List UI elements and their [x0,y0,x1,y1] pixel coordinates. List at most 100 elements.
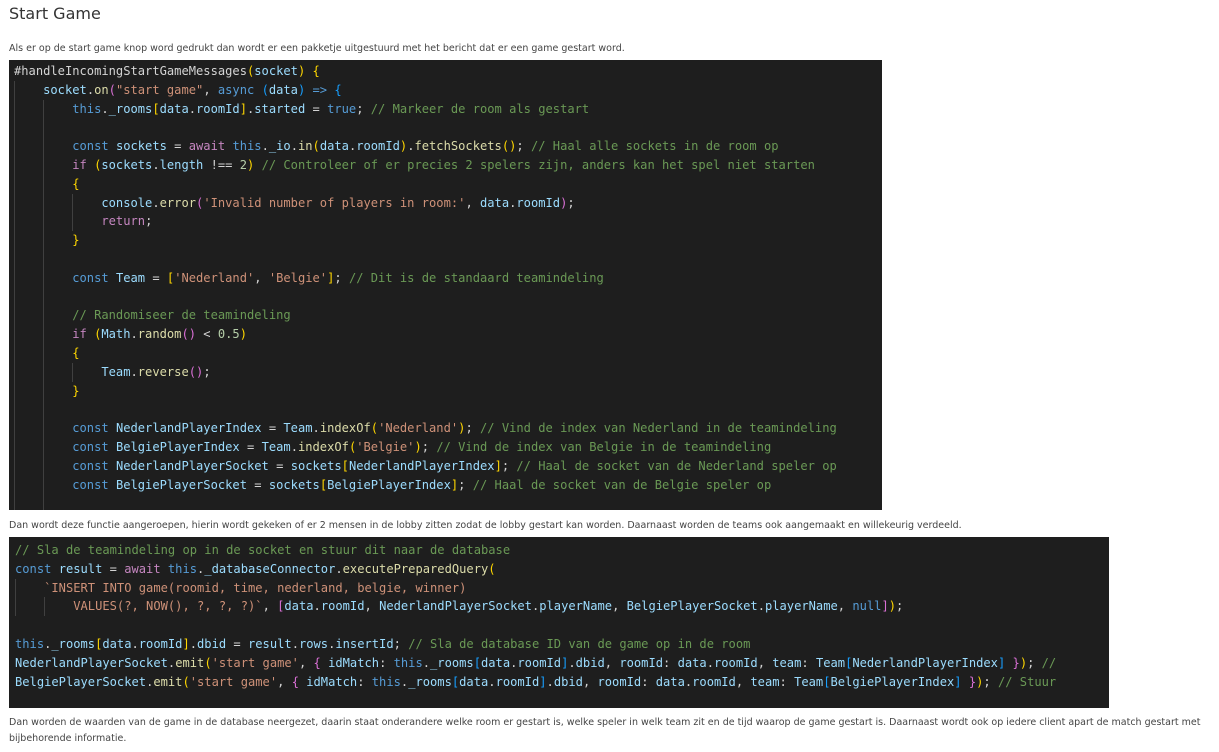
code-token: playerName [539,599,613,614]
code-token: } [72,233,80,248]
code-token: if [72,157,87,172]
code-line: } [14,231,882,250]
code-line: // Randomiseer de teamindeling [14,306,882,326]
code-token: roomId [320,599,365,614]
code-token: data [655,674,685,689]
code-token: . [568,655,576,670]
code-token: _databaseConnector [204,561,336,576]
code-line: socket.on("start game", async (data) => … [14,80,882,100]
code-token: 'Belgie' [356,439,415,454]
code-token: 'Nederland' [174,270,255,285]
code-token: length [159,157,204,172]
code-token: // Sla de database ID van de game op in … [408,636,751,651]
code-token: // Haal de socket van de Belgie speler o… [472,477,772,492]
code-token: , [298,655,314,670]
code-token: on [94,82,109,97]
code-token: error [159,195,197,210]
code-token: : [779,674,795,689]
code-token: this [393,655,423,670]
code-line: this._rooms[data.roomId].started = true;… [14,99,882,119]
code-token: idMatch [328,655,380,670]
code-token: . [291,636,299,651]
code-token: ( [261,82,269,97]
code-token: . [130,364,138,379]
code-token: . [152,157,160,172]
code-token: { [72,345,80,360]
code-token: NederlandPlayerSocket [15,655,168,670]
code-token: return [101,214,146,229]
code-line: if (sockets.length !== 2) // Controleer … [14,155,882,175]
code-token: indexOf [319,421,371,436]
code-token: ] [239,101,247,116]
code-token: Team [101,364,131,379]
code-token: VALUES(?, NOW(), ?, ?, ?)` [15,599,263,614]
code-token: _io [268,139,291,154]
code-token: = [145,270,167,285]
code-token: sockets [101,157,153,172]
code-token: ; [501,458,517,473]
code-line: const NederlandPlayerSocket = sockets[Ne… [14,456,882,476]
code-token: = [166,139,189,154]
code-token: // Vind de index van Belgie in de teamin… [436,439,772,454]
code-token: data [677,655,707,670]
code-token: ] [182,636,190,651]
code-line: `INSERT INTO game(roomid, time, nederlan… [15,578,1109,598]
code-token: _rooms [108,101,153,116]
code-line: NederlandPlayerSocket. emit('start game',… [15,654,1109,673]
code-token: , [254,270,269,285]
code-token: [ [473,655,481,670]
code-token: () [501,139,517,154]
code-line: { [14,343,882,363]
code-token: executePreparedQuery [342,561,489,576]
code-line: this._rooms[data.roomId].dbid = result.r… [15,635,1109,654]
code-token: } [1012,655,1020,670]
code-line: const BelgiePlayerIndex = Team.indexOf('… [14,437,882,457]
code-token: NederlandPlayerIndex [348,458,495,473]
code-token: _rooms [408,674,452,689]
code-token: = [226,636,248,651]
code-line: BelgiePlayerSocket.emit('start game', { … [15,673,1109,692]
code-token: roomId [714,655,758,670]
code-token: = [247,477,269,492]
code-token: socket [254,64,298,78]
code-token: ] [954,674,962,689]
code-token: ) [1019,655,1028,670]
code-token: ( [370,421,379,436]
code-line: // Sla de teamindeling op in de socket e… [15,541,1109,560]
code-token: await [124,561,161,576]
code-token: dbid [553,674,583,689]
code-token: roomId [516,195,561,210]
code-token: roomId [495,674,540,689]
code-token: const [72,139,109,154]
code-token: roomId [356,139,400,154]
code-token: null [852,599,882,614]
code-token: ; [393,636,409,651]
code-token: ; [567,195,575,210]
code-token: roomId [597,674,642,689]
code-line: const Team = ['Nederland', 'Belgie']; //… [14,268,882,288]
code-token: // Haal alle sockets in de room op [530,139,779,154]
code-token: = [102,561,125,576]
code-token: socket [43,82,87,97]
code-token: : [663,655,678,670]
code-token: const [72,458,109,473]
code-token: data [102,636,132,651]
code-token: dbid [575,655,605,670]
code-token: { [72,176,80,191]
code-token: Math [101,327,131,342]
code-token: = [268,458,291,473]
code-token: = [239,439,262,454]
code-token: BelgiePlayerSocket [626,599,758,614]
code-token: . [422,655,431,670]
code-token: this [167,561,198,576]
